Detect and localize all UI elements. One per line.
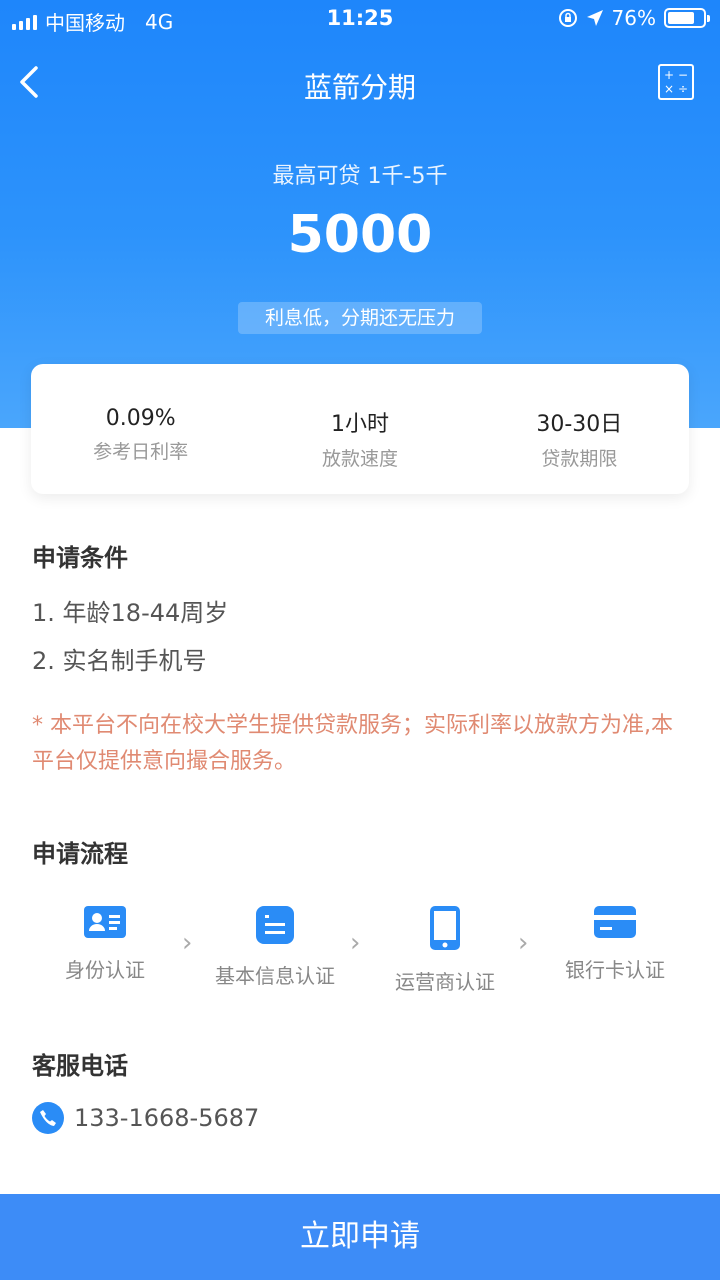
conditions-title: 申请条件: [32, 544, 128, 572]
loan-range: 最高可贷 1千-5千: [272, 164, 448, 189]
battery-percent: 76%: [611, 6, 656, 30]
process-steps: 身份认证 › 基本信息认证 › 运营商认证 › 银行卡认证: [0, 906, 720, 1006]
process-title: 申请流程: [32, 840, 128, 868]
step-label: 运营商认证: [395, 970, 495, 994]
step-label: 基本信息认证: [215, 964, 335, 988]
stat-value: 0.09%: [105, 406, 176, 431]
stat-value: 1小时: [330, 412, 389, 437]
stat-loan-term: 30-30日 贷款期限: [470, 364, 689, 494]
stats-card: 0.09% 参考日利率 1小时 放款速度 30-30日 贷款期限: [31, 364, 689, 494]
chevron-right-icon: ›: [518, 928, 529, 958]
calculator-icon[interactable]: + − × ÷: [658, 64, 694, 100]
service-title: 客服电话: [32, 1052, 128, 1080]
step-label: 银行卡认证: [565, 958, 665, 982]
bank-card-icon: [594, 906, 636, 938]
stat-daily-rate: 0.09% 参考日利率: [31, 364, 250, 494]
step-bank-card: 银行卡认证: [555, 906, 675, 983]
phone-icon: [32, 1102, 64, 1134]
step-label: 身份认证: [65, 958, 145, 982]
stat-value: 30-30日: [536, 412, 623, 437]
chevron-right-icon: ›: [182, 928, 193, 958]
service-phone[interactable]: 133-1668-5687: [32, 1102, 259, 1134]
rotation-lock-icon: [558, 9, 577, 27]
phone-number[interactable]: 133-1668-5687: [74, 1104, 259, 1132]
step-carrier: 运营商认证: [380, 906, 510, 995]
stat-loan-speed: 1小时 放款速度: [250, 364, 469, 494]
stat-label: 参考日利率: [93, 441, 189, 463]
chevron-right-icon: ›: [350, 928, 361, 958]
id-card-icon: [84, 906, 126, 938]
slogan-badge: 利息低，分期还无压力: [238, 302, 482, 334]
disclaimer-notice: * 本平台不向在校大学生提供贷款服务；实际利率以放款方为准,本平台仅提供意向撮合…: [32, 713, 673, 774]
step-basic-info: 基本信息认证: [205, 906, 345, 989]
condition-item: 2. 实名制手机号: [32, 647, 207, 675]
location-arrow-icon: [586, 10, 603, 26]
step-identity: 身份认证: [45, 906, 165, 983]
apply-button[interactable]: 立即申请: [0, 1194, 720, 1280]
battery-icon: [664, 8, 710, 28]
info-list-icon: [256, 906, 294, 944]
loan-amount: 5000: [287, 205, 433, 265]
nav-bar: 蓝箭分期 + − × ÷: [0, 50, 720, 114]
status-bar: 中国移动 4G 11:25 76%: [0, 0, 720, 40]
stat-label: 贷款期限: [541, 448, 618, 470]
condition-item: 1. 年龄18-44周岁: [32, 599, 229, 627]
page-title: 蓝箭分期: [303, 71, 416, 104]
stat-label: 放款速度: [321, 448, 398, 470]
mobile-phone-icon: [430, 906, 460, 950]
